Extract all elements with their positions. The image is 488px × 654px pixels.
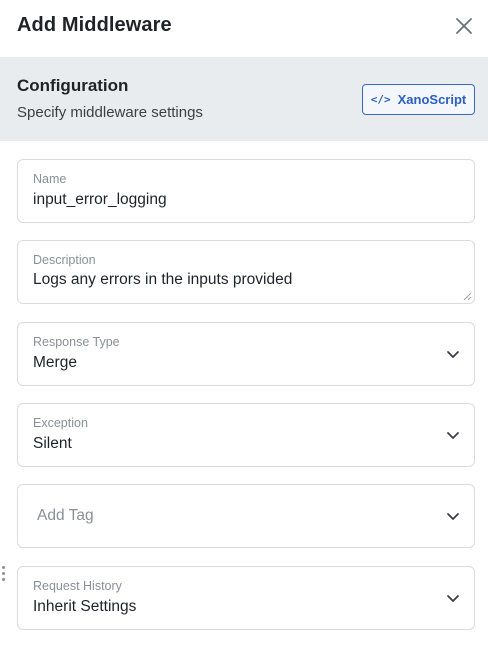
description-label: Description [33,253,96,267]
description-value[interactable]: Logs any errors in the inputs provided [33,271,292,289]
tag-placeholder: Add Tag [37,507,94,524]
name-field[interactable]: Name input_error_logging [17,159,475,223]
xanoscript-label: XanoScript [397,92,467,107]
configuration-section: Configuration Specify middleware setting… [0,57,488,141]
xanoscript-button[interactable]: </> XanoScript [362,84,475,115]
panel-header: Add Middleware [0,0,488,57]
configuration-heading: Configuration [17,76,129,95]
description-field[interactable]: Description Logs any errors in the input… [17,240,475,304]
request-history-label: Request History [33,579,122,593]
code-icon: </> [370,93,391,106]
exception-select[interactable]: Exception Silent [17,403,475,467]
chevron-down-icon [447,432,459,439]
exception-value: Silent [33,435,72,452]
request-history-value: Inherit Settings [33,598,137,615]
tag-select[interactable]: Add Tag [17,484,475,548]
name-label: Name [33,172,67,186]
response-type-select[interactable]: Response Type Merge [17,322,475,386]
resize-grip-icon[interactable] [463,292,472,301]
panel-title: Add Middleware [17,14,172,36]
close-icon[interactable] [452,14,476,38]
exception-label: Exception [33,416,88,430]
response-type-label: Response Type [33,335,120,349]
drag-handle-icon[interactable] [2,566,6,582]
response-type-value: Merge [33,354,77,371]
chevron-down-icon [447,513,459,520]
name-value[interactable]: input_error_logging [33,191,167,209]
request-history-select[interactable]: Request History Inherit Settings [17,566,475,630]
configuration-subheading: Specify middleware settings [17,104,203,121]
chevron-down-icon [447,351,459,358]
chevron-down-icon [447,595,459,602]
